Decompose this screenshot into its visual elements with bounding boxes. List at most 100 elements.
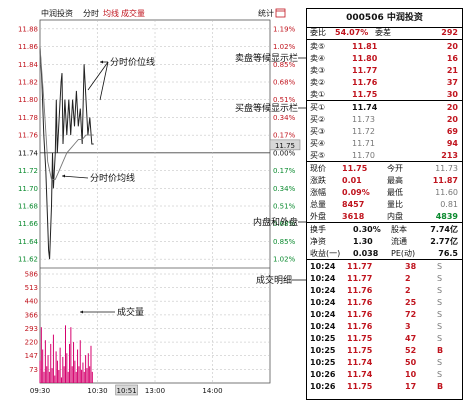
ratio-label: 委比 <box>310 28 326 37</box>
trade-price: 11.77 <box>347 262 373 271</box>
tab-avg[interactable]: 均线 <box>103 8 119 18</box>
bid-level-label: 买④ <box>310 139 326 148</box>
stat-value: 0.30% <box>353 225 381 234</box>
trade-row: 10:25 11.74 50 S <box>307 357 462 369</box>
price-tick-label: 11.64 <box>18 238 39 246</box>
bid-volume: 20 <box>446 115 458 124</box>
chart-grid: 11.75 <box>39 19 301 384</box>
trade-row: 10:25 11.75 52 B <box>307 345 462 357</box>
ask-level-label: 卖⑤ <box>310 42 326 51</box>
buy-board-callout: 买盘等候显示栏 <box>235 102 298 114</box>
trade-row: 10:25 11.75 47 S <box>307 333 462 345</box>
price-tick-label: 11.82 <box>18 79 38 87</box>
trade-side: S <box>437 334 443 343</box>
trade-time: 10:24 <box>310 310 336 319</box>
quote-value: 11.60 <box>435 188 458 197</box>
trade-volume: 47 <box>405 334 417 343</box>
stock-title: 中润投资 <box>41 8 73 18</box>
average-line <box>39 46 94 180</box>
order-ratio-row: 委比 54.07% 委差 292 <box>307 27 462 39</box>
quote-label: 最高 <box>387 176 403 185</box>
ask-row: 卖④ 11.80 16 <box>307 53 462 65</box>
trade-volume: 3 <box>405 322 411 331</box>
price-line-callout: 分时价位线 <box>110 56 155 68</box>
trade-price: 11.75 <box>347 334 373 343</box>
quote-label: 今开 <box>387 164 403 173</box>
trade-side: S <box>437 310 443 319</box>
trade-price: 11.74 <box>347 358 373 367</box>
bid-row: 买③ 11.72 69 <box>307 126 462 138</box>
trade-volume: 25 <box>405 298 417 307</box>
bid-level-label: 买① <box>310 103 326 112</box>
ask-row: 卖③ 11.77 21 <box>307 65 462 77</box>
trade-volume: 72 <box>405 310 417 319</box>
stat-value: 7.74亿 <box>430 225 458 234</box>
trade-row: 10:24 11.76 2 S <box>307 285 462 297</box>
trade-side: S <box>437 298 443 307</box>
trade-price: 11.77 <box>347 274 373 283</box>
ratio-value: 54.07% <box>335 28 369 37</box>
ask-volume: 21 <box>446 66 458 75</box>
trade-side: B <box>437 382 444 391</box>
trade-time: 10:24 <box>310 262 336 271</box>
stats-label[interactable]: 统计 <box>258 8 274 18</box>
tab-time[interactable]: 分时 <box>83 8 99 18</box>
trade-price: 11.76 <box>347 298 373 307</box>
ask-level-label: 卖③ <box>310 66 326 75</box>
bid-volume: 69 <box>446 127 458 136</box>
trade-time: 10:24 <box>310 286 336 295</box>
bid-row: 买② 11.73 20 <box>307 114 462 126</box>
volume-tick-label: 293 <box>25 325 38 333</box>
trade-price: 11.76 <box>347 322 373 331</box>
ask-price: 11.77 <box>352 66 378 75</box>
ask-price: 11.80 <box>352 54 378 63</box>
volume-tick-label: 366 <box>25 311 39 319</box>
volume-bars <box>39 325 93 383</box>
volume-tick-label: 586 <box>25 271 39 279</box>
avg-line-callout: 分时价均线 <box>90 172 135 184</box>
trade-volume: 17 <box>405 382 417 391</box>
trade-price: 11.75 <box>347 382 373 391</box>
percent-tick-label: 1.02% <box>273 256 296 264</box>
bid-row: 买① 11.74 20 <box>307 102 462 114</box>
trade-volume: 10 <box>405 370 417 379</box>
trade-time: 10:25 <box>310 358 336 367</box>
window-icon[interactable] <box>275 8 286 18</box>
trade-details-callout: 成交明细 <box>256 274 292 286</box>
quote-label: 现价 <box>310 164 326 173</box>
trade-volume: 50 <box>405 358 417 367</box>
trade-row: 10:24 11.76 3 S <box>307 321 462 333</box>
trade-side: S <box>437 262 443 271</box>
ask-row: 卖② 11.76 37 <box>307 77 462 89</box>
trade-row: 10:26 11.74 10 S <box>307 369 462 381</box>
chart-toolbar: 中润投资 分时 均线 成交量 统计 <box>41 8 286 18</box>
percent-tick-label: 0.00% <box>273 149 296 157</box>
volume-tick-label: 220 <box>25 339 38 347</box>
time-tick-label: 14:00 <box>202 387 222 395</box>
quote-label: 总量 <box>310 200 326 209</box>
price-tick-label: 11.76 <box>18 132 39 140</box>
stat-value: 2.77亿 <box>430 237 458 246</box>
intraday-chart[interactable]: 11.75 11.88 11.86 11.84 11.82 11.80 11.78 11.7… <box>0 0 306 403</box>
annotations: 分时价位线分时价均线成交量 卖盘等候显示栏买盘等候显示栏内盘和外盘成交明细 <box>61 52 306 318</box>
trade-time: 10:25 <box>310 334 336 343</box>
quote-row: 现价 11.75 今开 11.73 <box>307 163 462 175</box>
avg-line-callout-arrow <box>62 174 65 178</box>
percent-tick-label: 0.68% <box>273 79 296 87</box>
stat-label: 流通 <box>391 237 407 246</box>
tab-volume[interactable]: 成交量 <box>121 8 145 18</box>
trade-time: 10:25 <box>310 346 336 355</box>
trade-side: S <box>437 274 443 283</box>
volume-tick-label: 440 <box>25 298 38 306</box>
quote-label: 量比 <box>387 200 403 209</box>
trade-price: 11.76 <box>347 310 373 319</box>
trade-row: 10:24 11.77 38 S <box>307 261 462 273</box>
price-tick-label: 11.66 <box>18 220 39 228</box>
trade-side: B <box>437 346 444 355</box>
quote-value: 0.81 <box>440 200 458 209</box>
trade-row: 10:26 11.75 17 B <box>307 381 462 393</box>
percent-tick-label: 1.19% <box>273 25 296 33</box>
volume-axis: 586 513 440 366 293 220 147 73 <box>25 271 39 374</box>
trade-row: 10:24 11.77 2 S <box>307 273 462 285</box>
quote-value: 11.87 <box>432 176 458 185</box>
